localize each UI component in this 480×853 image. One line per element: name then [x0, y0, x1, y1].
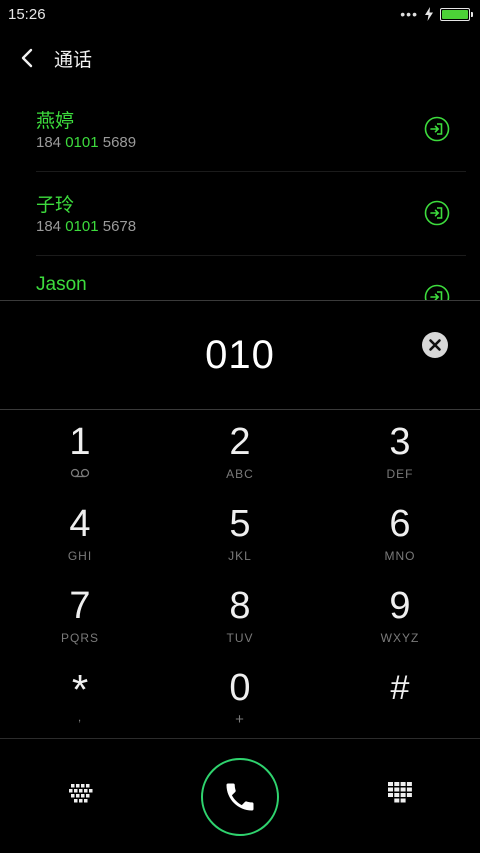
key-8[interactable]: 8 TUV — [160, 574, 320, 656]
status-time: 15:26 — [8, 5, 46, 23]
status-bar: 15:26 ••• — [0, 0, 480, 28]
dialpad-grid-icon[interactable] — [388, 781, 412, 805]
star-glyph: * — [71, 666, 89, 713]
key-hash[interactable]: # — [320, 656, 480, 738]
key-0[interactable]: 0 + — [160, 656, 320, 738]
battery-icon — [440, 7, 473, 21]
dialed-digits: 010 — [205, 332, 275, 377]
login-arrow-icon[interactable] — [424, 200, 450, 226]
contact-name: 燕婷 — [36, 111, 75, 132]
key-9[interactable]: 9 WXYZ — [320, 574, 480, 656]
dial-display: 010 — [0, 300, 480, 410]
contact-number: 184 0101 5678 — [36, 218, 137, 235]
contact-name: Jason — [36, 274, 87, 295]
contact-number: 184 0101 5689 — [36, 134, 137, 151]
header: 通话 — [0, 40, 480, 76]
key-3[interactable]: 3 DEF — [320, 410, 480, 492]
more-dots-icon: ••• — [400, 6, 418, 22]
number-match: 0101 — [65, 218, 99, 235]
key-2[interactable]: 2 ABC — [160, 410, 320, 492]
battery-level — [442, 9, 468, 19]
list-item[interactable]: 燕婷 184 0101 5689 — [36, 88, 466, 172]
number-match: 0101 — [65, 134, 99, 151]
bottom-bar — [0, 738, 480, 853]
list-item[interactable]: 子玲 184 0101 5678 — [36, 172, 466, 256]
list-item[interactable]: Jason — [36, 256, 466, 300]
call-button[interactable] — [201, 758, 279, 836]
back-button[interactable] — [2, 40, 52, 76]
voicemail-icon — [70, 468, 90, 478]
dialer-screen: 15:26 ••• 通话 燕婷 184 0101 5689 子玲 184 010… — [0, 0, 480, 853]
phone-icon — [226, 783, 254, 811]
login-arrow-icon[interactable] — [424, 284, 450, 300]
close-circle-icon[interactable] — [421, 331, 449, 359]
dialpad-dots-icon[interactable] — [69, 781, 93, 805]
key-5[interactable]: 5 JKL — [160, 492, 320, 574]
contact-name: 子玲 — [36, 195, 75, 216]
chevron-left-icon — [21, 48, 33, 68]
dialpad: 1 2 ABC 3 DEF 4 GHI 5 JKL 6 MNO 7 PQRS 8… — [0, 410, 480, 738]
login-arrow-icon[interactable] — [424, 116, 450, 142]
search-results-list: 燕婷 184 0101 5689 子玲 184 0101 5678 Jason — [0, 88, 480, 300]
hash-glyph: # — [390, 669, 410, 707]
status-icons: ••• — [400, 6, 473, 22]
key-star[interactable]: * , — [0, 656, 160, 738]
page-title: 通话 — [54, 49, 93, 71]
key-6[interactable]: 6 MNO — [320, 492, 480, 574]
key-1[interactable]: 1 — [0, 410, 160, 492]
key-7[interactable]: 7 PQRS — [0, 574, 160, 656]
charging-bolt-icon — [425, 7, 433, 21]
key-4[interactable]: 4 GHI — [0, 492, 160, 574]
